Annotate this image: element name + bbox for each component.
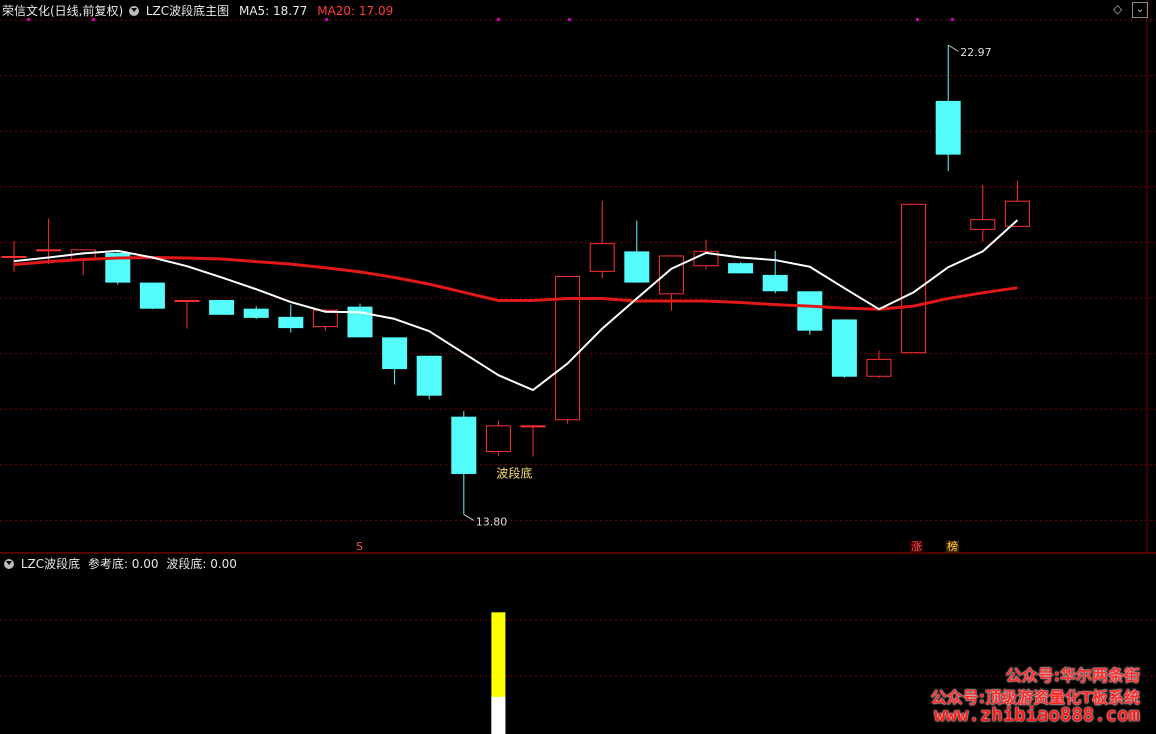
marker-dot: [916, 18, 919, 21]
stock-title: 荣信文化(日线,前复权): [2, 4, 124, 18]
candle-body: [866, 358, 892, 377]
marker-dot: [568, 18, 571, 21]
low-price-label: 13.80: [476, 515, 508, 528]
kline-chart: 22.97 13.80 波段底: [0, 0, 1156, 734]
sub-indicator-dropdown-icon[interactable]: [4, 559, 14, 569]
marker-dot: [951, 18, 954, 21]
ma5-label: MA5: 18.77: [238, 4, 308, 18]
sub-indicator-name[interactable]: LZC波段底: [21, 557, 80, 571]
expand-icon[interactable]: ⌄: [1132, 2, 1148, 18]
marker-dot: [497, 18, 500, 21]
sub-header: LZC波段底 参考底: 0.00 波段底: 0.00: [2, 557, 237, 571]
candle-body: [935, 100, 961, 155]
marker-dot: [27, 18, 30, 21]
candle-body: [1004, 200, 1030, 227]
candle-body: [589, 243, 615, 272]
candle-body: [624, 251, 650, 283]
s-marker: S: [356, 540, 363, 553]
watermark-line1: 公众号:华尔两条街: [1005, 666, 1140, 685]
bang-marker: 榜: [946, 540, 959, 553]
candle-body: [901, 203, 927, 354]
candle-body: [970, 219, 996, 230]
watermark-url: www.zhibiao888.com: [934, 704, 1140, 726]
ma20-label: MA20: 17.09: [317, 4, 394, 18]
candle-body: [831, 319, 857, 377]
main-header: 荣信文化(日线,前复权) LZC波段底主图 MA5: 18.77 MA20: 1…: [2, 4, 393, 18]
candle-body: [416, 355, 442, 396]
candle-body: [243, 308, 269, 318]
candle-body: [762, 274, 788, 292]
candle-body: [278, 316, 304, 329]
indicator-dropdown-icon[interactable]: [129, 6, 140, 16]
candle-body: [36, 249, 62, 252]
candle-body: [139, 282, 165, 309]
wave-bottom-label: 波段底: 0.00: [166, 557, 237, 571]
candle-body: [728, 263, 754, 274]
candle-body: [382, 337, 408, 370]
candle-body: [520, 425, 546, 428]
zhang-marker: 涨: [910, 540, 923, 553]
ref-bottom-label: 参考底: 0.00: [87, 557, 159, 571]
marker-dot: [92, 18, 95, 21]
candle-body: [209, 299, 235, 315]
high-price-label: 22.97: [960, 46, 992, 59]
candle-body: [1, 255, 27, 258]
high-pointer: [947, 44, 959, 52]
indicator-name[interactable]: LZC波段底主图: [146, 4, 229, 18]
candle-body: [174, 299, 200, 302]
candle-body: [451, 416, 477, 474]
prev-arrow-icon[interactable]: ◇: [1113, 2, 1122, 16]
candle-body: [797, 291, 823, 331]
sub-bar: [491, 696, 506, 734]
wave-bottom-signal: 波段底: [496, 466, 532, 481]
low-pointer: [463, 513, 475, 521]
marker-dot: [325, 18, 328, 21]
candle-body: [485, 425, 511, 452]
